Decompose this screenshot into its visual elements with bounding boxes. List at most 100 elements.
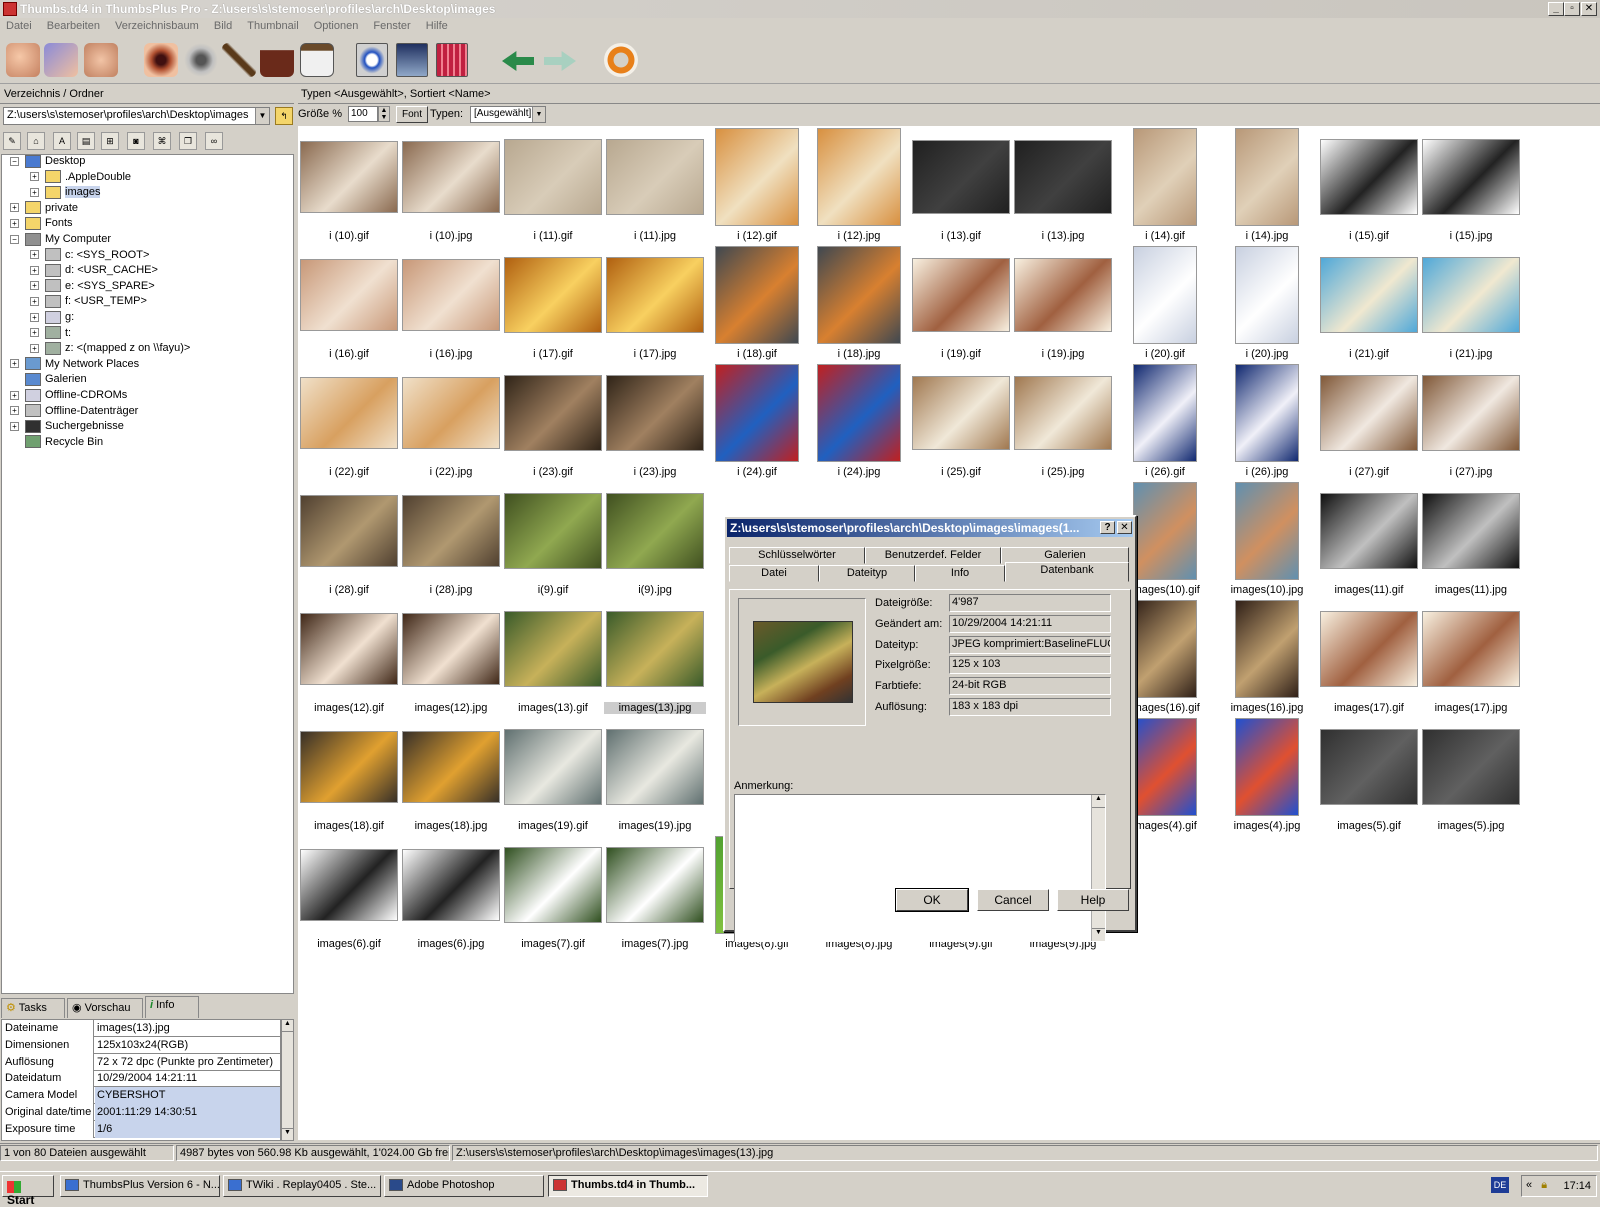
drive-icon[interactable]: ◙ [127, 132, 145, 150]
font-folder-icon[interactable]: A [53, 132, 71, 150]
thumbnail-image[interactable] [300, 495, 398, 567]
thumbnail[interactable]: i (20).jpg [1216, 244, 1318, 364]
tab-datei[interactable]: Datei [729, 565, 819, 582]
thumbnail[interactable]: i (17).jpg [604, 244, 706, 364]
expand-icon[interactable]: + [10, 421, 19, 431]
thumbnail[interactable]: images(4).jpg [1216, 716, 1318, 836]
tree-item[interactable]: + Offline-Datenträger [10, 403, 138, 419]
thumbnail-image[interactable] [1320, 257, 1418, 333]
thumbnail-image[interactable] [1235, 128, 1299, 226]
thumbnail-image[interactable] [1133, 128, 1197, 226]
thumbnail[interactable]: i (13).jpg [1012, 126, 1114, 246]
thumbnail[interactable]: i (26).jpg [1216, 362, 1318, 482]
binoculars-icon[interactable]: ∞ [205, 132, 223, 150]
start-button[interactable]: Start [2, 1175, 54, 1207]
lifebuoy-icon[interactable] [604, 43, 638, 77]
thumbnail-image[interactable] [402, 377, 500, 449]
thumbnail-image[interactable] [402, 495, 500, 567]
network-icon[interactable]: ⊞ [101, 132, 119, 150]
thumbnail-image[interactable] [1014, 376, 1112, 450]
thumbnail[interactable]: i (10).jpg [400, 126, 502, 246]
collapse-icon[interactable]: − [10, 156, 19, 166]
thumbnail-image[interactable] [1422, 611, 1520, 687]
thumbnail-image[interactable] [715, 246, 799, 344]
types-select[interactable]: [Ausgewählt] ▼ [470, 106, 546, 123]
thumbnail[interactable]: i (19).gif [910, 244, 1012, 364]
app-icon[interactable] [3, 2, 17, 16]
thumbnail[interactable]: images(11).jpg [1420, 480, 1522, 600]
note-textarea[interactable]: ▲ ▼ [734, 794, 1106, 942]
thumbnail[interactable]: images(18).gif [298, 716, 400, 836]
thumbnail[interactable]: images(10).jpg [1216, 480, 1318, 600]
tree-item[interactable]: + Offline-CDROMs [10, 387, 127, 403]
thumbnail-image[interactable] [606, 611, 704, 687]
tree-item[interactable]: + images [30, 184, 101, 200]
thumbnail-image[interactable] [504, 847, 602, 923]
thumbnail[interactable]: i (14).gif [1114, 126, 1216, 246]
thumbnail[interactable]: images(18).jpg [400, 716, 502, 836]
thumbnail[interactable]: i (27).jpg [1420, 362, 1522, 482]
thumbnail-image[interactable] [504, 611, 602, 687]
thumbnail[interactable]: i (12).jpg [808, 126, 910, 246]
thumbnail[interactable]: images(7).gif [502, 834, 604, 954]
thumbnail[interactable]: images(16).jpg [1216, 598, 1318, 718]
close-button[interactable]: ✕ [1581, 2, 1597, 16]
thumbnail-image[interactable] [1320, 493, 1418, 569]
thumbnail-image[interactable] [300, 259, 398, 331]
thumbnail[interactable]: i (11).jpg [604, 126, 706, 246]
thumbnail-image[interactable] [1320, 729, 1418, 805]
hand-fingers-icon[interactable] [84, 43, 118, 77]
tab-vorschau[interactable]: ◉ Vorschau [67, 998, 143, 1018]
tree-item[interactable]: + Suchergebnisse [10, 418, 124, 434]
tree-item[interactable]: + c: <SYS_ROOT> [30, 247, 149, 263]
thumbnail-image[interactable] [300, 613, 398, 685]
expand-icon[interactable]: + [30, 250, 39, 260]
thumbnail-image[interactable] [715, 128, 799, 226]
menu-optionen[interactable]: Optionen [308, 18, 365, 32]
thumbnail-image[interactable] [1133, 718, 1197, 816]
disk-icon[interactable]: ▤ [77, 132, 95, 150]
thumbnail-image[interactable] [504, 375, 602, 451]
thumbnail[interactable]: i (18).gif [706, 244, 808, 364]
thumbnail-image[interactable] [1422, 139, 1520, 215]
thumbnail[interactable]: i (21).gif [1318, 244, 1420, 364]
dialog-help-button[interactable]: ? [1100, 521, 1115, 534]
collapse-icon[interactable]: − [10, 234, 19, 244]
thumbnail[interactable]: i (23).jpg [604, 362, 706, 482]
thumbnail[interactable]: i (24).jpg [808, 362, 910, 482]
dialog-close-button[interactable]: ✕ [1117, 521, 1132, 534]
tree-item[interactable]: + Fonts [10, 215, 73, 231]
thumbnail-image[interactable] [606, 729, 704, 805]
thumbnail-image[interactable] [1422, 493, 1520, 569]
thumbnail-image[interactable] [817, 246, 901, 344]
thumbnail-image[interactable] [1320, 611, 1418, 687]
thumbnail-image[interactable] [1133, 482, 1197, 580]
tree-item[interactable]: + e: <SYS_SPARE> [30, 278, 155, 294]
thumbnail-image[interactable] [606, 257, 704, 333]
size-input[interactable]: 100 [348, 106, 378, 122]
expand-icon[interactable]: + [30, 343, 39, 353]
thumbnail-image[interactable] [402, 141, 500, 213]
slideshow-icon[interactable] [396, 43, 428, 77]
thumbnail[interactable]: i (22).jpg [400, 362, 502, 482]
menu-fenster[interactable]: Fenster [367, 18, 416, 32]
thumbnail[interactable]: i (22).gif [298, 362, 400, 482]
forward-arrow-icon[interactable] [544, 51, 576, 71]
cancel-button[interactable]: Cancel [977, 889, 1049, 911]
tree-item[interactable]: + My Network Places [10, 356, 139, 372]
expand-icon[interactable]: + [30, 312, 39, 322]
thumbnail-image[interactable] [1133, 600, 1197, 698]
thumbnail[interactable]: images(19).gif [502, 716, 604, 836]
thumbnail-image[interactable] [504, 257, 602, 333]
thumbnail-image[interactable] [1235, 718, 1299, 816]
menu-thumbnail[interactable]: Thumbnail [241, 18, 304, 32]
thumbnail[interactable]: images(13).gif [502, 598, 604, 718]
thumbnail[interactable]: i (21).jpg [1420, 244, 1522, 364]
tab-dateityp[interactable]: Dateityp [819, 565, 915, 582]
tree-item[interactable]: − My Computer [10, 231, 111, 247]
thumbnail[interactable]: images(17).gif [1318, 598, 1420, 718]
scroll-down-icon[interactable]: ▼ [282, 1128, 293, 1140]
back-arrow-icon[interactable] [502, 51, 534, 71]
restore-button[interactable]: ▫ [1564, 2, 1580, 16]
thumbnail[interactable]: images(13).jpg [604, 598, 706, 718]
